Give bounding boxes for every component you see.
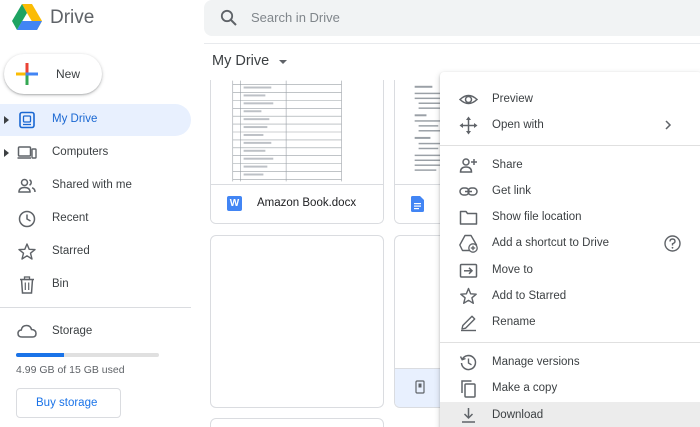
menu-item-label: Add to Starred xyxy=(492,290,567,302)
search-icon[interactable] xyxy=(220,9,238,27)
file-name: Amazon Book.docx xyxy=(257,197,357,209)
menu-item-download[interactable]: Download xyxy=(440,402,700,427)
sidebar-item-label: My Drive xyxy=(52,113,98,125)
help-icon[interactable] xyxy=(663,234,682,253)
menu-divider xyxy=(440,145,700,146)
folder-icon xyxy=(459,210,478,225)
drive-shortcut-icon xyxy=(459,234,478,253)
buy-storage-label: Buy storage xyxy=(36,397,98,409)
file-card-footer: W Amazon Book.docx xyxy=(211,184,383,223)
word-icon: W xyxy=(227,196,242,211)
menu-item-move-to[interactable]: Move to xyxy=(440,257,700,283)
app-name: Drive xyxy=(50,7,95,28)
search-bar[interactable]: Search in Drive xyxy=(204,0,700,36)
computers-icon xyxy=(17,146,37,159)
new-button[interactable]: New xyxy=(4,54,102,94)
file-card[interactable] xyxy=(210,235,384,408)
header-divider xyxy=(204,43,700,44)
menu-item-label: Rename xyxy=(492,316,536,328)
my-drive-dropdown[interactable]: My Drive xyxy=(212,52,287,74)
document-thumbnail xyxy=(232,80,342,182)
chevron-right-icon xyxy=(665,120,672,130)
sidebar-item-my-drive[interactable]: My Drive xyxy=(0,104,191,136)
pencil-icon xyxy=(461,315,476,332)
menu-item-label: Open with xyxy=(492,119,544,131)
context-menu: Preview Open with Share Get link Show fi… xyxy=(440,72,700,427)
sidebar-item-label: Bin xyxy=(52,278,69,290)
menu-item-label: Manage versions xyxy=(492,356,580,368)
link-icon xyxy=(459,187,478,196)
star-icon xyxy=(18,243,36,260)
menu-item-label: Move to xyxy=(492,264,533,276)
search-input[interactable]: Search in Drive xyxy=(251,10,340,25)
my-drive-icon xyxy=(19,111,35,129)
top-bar: Drive Search in Drive xyxy=(0,0,700,40)
history-icon xyxy=(459,354,477,371)
sidebar-item-label: Computers xyxy=(52,146,109,158)
menu-item-add-shortcut[interactable]: Add a shortcut to Drive xyxy=(440,230,700,256)
menu-item-make-a-copy[interactable]: Make a copy xyxy=(440,375,700,401)
menu-item-add-to-starred[interactable]: Add to Starred xyxy=(440,283,700,309)
menu-item-label: Preview xyxy=(492,93,533,105)
move-to-folder-icon xyxy=(459,263,478,278)
sidebar-item-starred[interactable]: Starred xyxy=(0,236,191,268)
new-button-label: New xyxy=(56,67,81,81)
expand-caret-icon[interactable] xyxy=(4,116,9,124)
menu-item-show-file-location[interactable]: Show file location xyxy=(440,204,700,230)
sidebar-divider xyxy=(0,307,191,308)
menu-item-label: Share xyxy=(492,159,523,171)
buy-storage-button[interactable]: Buy storage xyxy=(16,388,121,418)
sidebar-item-label: Starred xyxy=(52,245,90,257)
file-card[interactable] xyxy=(210,418,384,427)
file-icon xyxy=(415,380,425,394)
menu-item-open-with[interactable]: Open with xyxy=(440,112,700,138)
storage-usage-bar xyxy=(16,353,159,357)
plus-icon xyxy=(16,63,38,85)
menu-item-manage-versions[interactable]: Manage versions xyxy=(440,349,700,375)
expand-caret-icon[interactable] xyxy=(4,149,9,157)
menu-divider xyxy=(440,342,700,343)
menu-item-preview[interactable]: Preview xyxy=(440,86,700,112)
storage-usage-text: 4.99 GB of 15 GB used xyxy=(16,364,125,376)
clock-icon xyxy=(18,210,36,228)
sidebar-item-storage[interactable]: Storage xyxy=(0,318,191,344)
eye-icon xyxy=(459,94,478,105)
sidebar-item-bin[interactable]: Bin xyxy=(0,269,191,301)
sidebar-item-computers[interactable]: Computers xyxy=(0,137,191,169)
download-icon xyxy=(462,408,475,423)
file-card[interactable]: W Amazon Book.docx xyxy=(210,80,384,224)
menu-item-label: Download xyxy=(492,409,544,421)
menu-item-label: Get link xyxy=(492,185,531,197)
menu-item-share[interactable]: Share xyxy=(440,152,700,178)
star-outline-icon xyxy=(460,287,477,304)
menu-item-label: Make a copy xyxy=(492,382,558,394)
sidebar-item-label: Shared with me xyxy=(52,179,132,191)
sidebar-item-recent[interactable]: Recent xyxy=(0,203,191,235)
trash-icon xyxy=(20,276,34,294)
page-title: My Drive xyxy=(212,53,270,69)
shared-with-me-icon xyxy=(18,178,36,193)
sidebar-item-label: Recent xyxy=(52,212,89,224)
copy-icon xyxy=(461,380,476,398)
menu-item-label: Add a shortcut to Drive xyxy=(492,237,609,249)
menu-item-rename[interactable]: Rename xyxy=(440,309,700,335)
menu-item-label: Show file location xyxy=(492,211,582,223)
menu-item-get-link[interactable]: Get link xyxy=(440,178,700,204)
storage-usage-fill xyxy=(16,353,64,357)
chevron-down-icon xyxy=(279,60,287,64)
move-arrows-icon xyxy=(459,116,478,135)
add-person-icon xyxy=(459,158,477,173)
cloud-icon xyxy=(17,324,37,338)
google-docs-icon xyxy=(411,196,424,212)
google-drive-logo[interactable] xyxy=(12,4,42,30)
sidebar-item-shared-with-me[interactable]: Shared with me xyxy=(0,170,191,202)
storage-label: Storage xyxy=(52,325,93,337)
